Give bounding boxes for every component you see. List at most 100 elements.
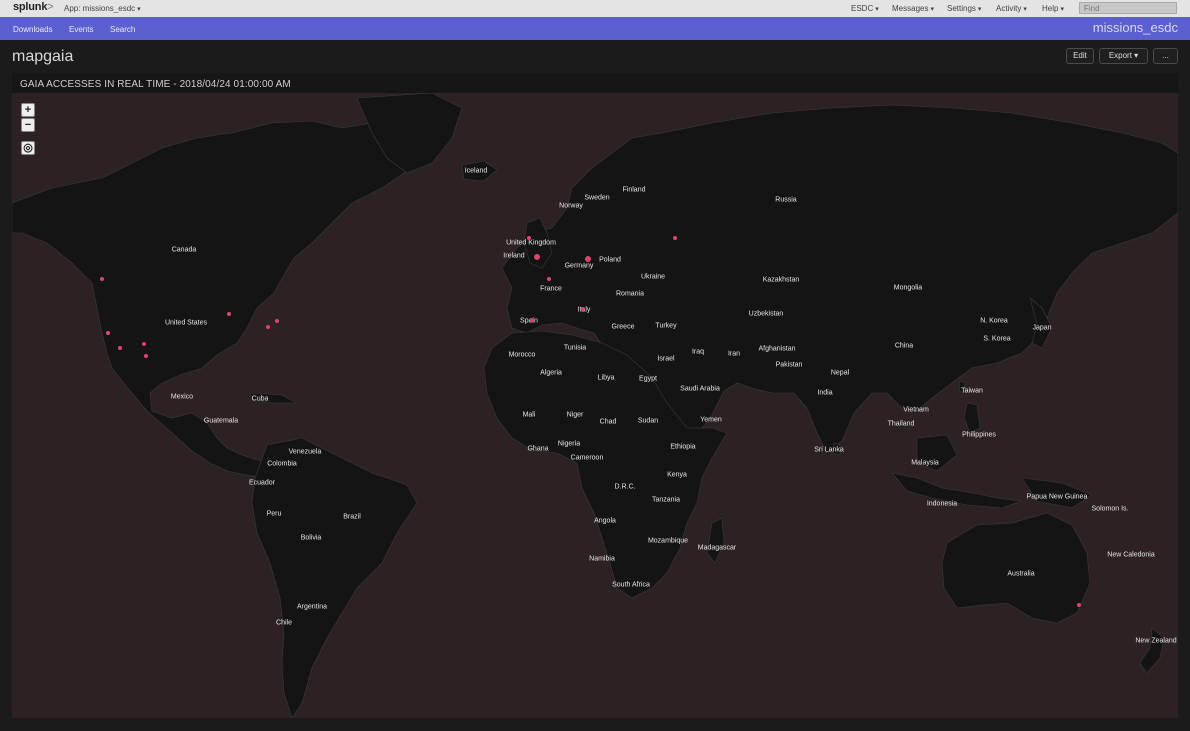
world-map[interactable]: + − ◎ Iceland Sweden Finland Norway Russia Un…: [12, 93, 1178, 718]
country-label: Chad: [599, 418, 617, 426]
access-marker[interactable]: [547, 277, 551, 281]
country-label: Spain: [520, 317, 538, 325]
country-label: Iran: [727, 350, 741, 358]
zoom-in-button[interactable]: +: [21, 103, 35, 117]
country-label: Norway: [559, 202, 583, 210]
locate-icon[interactable]: ◎: [21, 141, 35, 155]
country-label: Indonesia: [926, 500, 958, 508]
madagascar-landmass: [706, 517, 725, 564]
country-label: Germany: [564, 262, 594, 270]
country-label: N. Korea: [980, 317, 1008, 325]
country-label: Angola: [594, 517, 616, 525]
country-label: Niger: [566, 411, 584, 419]
country-label: Cuba: [251, 395, 269, 403]
access-marker[interactable]: [227, 312, 231, 316]
country-label: United States: [164, 319, 208, 327]
edit-button[interactable]: Edit: [1066, 48, 1094, 64]
country-label: Ukraine: [640, 273, 666, 281]
country-label: Morocco: [508, 351, 536, 359]
chevron-down-icon: ▾: [1060, 6, 1064, 13]
country-label: Nepal: [830, 369, 850, 377]
country-label: Poland: [599, 256, 621, 264]
country-label: Romania: [615, 290, 645, 298]
menu-messages[interactable]: Messages ▾: [892, 4, 934, 13]
country-label: Sweden: [584, 194, 610, 202]
country-label: Chile: [276, 619, 292, 627]
access-marker[interactable]: [142, 342, 146, 346]
nav-downloads[interactable]: Downloads: [13, 25, 53, 34]
access-marker[interactable]: [266, 325, 270, 329]
country-label: Pakistan: [775, 361, 803, 369]
new-zealand-landmass: [1139, 627, 1165, 674]
access-marker[interactable]: [106, 331, 110, 335]
access-marker[interactable]: [673, 236, 677, 240]
land-masses: [12, 93, 1178, 718]
access-marker[interactable]: [534, 254, 540, 260]
chevron-down-icon: ▾: [1023, 6, 1027, 13]
country-label: Finland: [622, 186, 646, 194]
access-marker[interactable]: [1077, 603, 1081, 607]
country-label: France: [540, 285, 562, 293]
country-label: Kenya: [667, 471, 687, 479]
access-marker[interactable]: [581, 307, 585, 311]
chevron-down-icon: ▾: [1134, 51, 1139, 60]
country-label: Algeria: [540, 369, 562, 377]
country-label: Mongolia: [893, 284, 923, 292]
country-label: Sudan: [637, 417, 659, 425]
chevron-down-icon: ▾: [875, 6, 879, 13]
nav-events[interactable]: Events: [69, 25, 93, 34]
access-marker[interactable]: [144, 354, 148, 358]
country-label: Ecuador: [248, 479, 276, 487]
country-label: Turkey: [655, 322, 677, 330]
zoom-out-button[interactable]: −: [21, 118, 35, 132]
access-marker[interactable]: [585, 256, 591, 262]
country-label: Tanzania: [651, 496, 681, 504]
export-button[interactable]: Export ▾: [1099, 48, 1148, 64]
country-label: Namibia: [589, 555, 615, 563]
app-selector-menu[interactable]: App: missions_esdc ▾: [64, 4, 141, 13]
north-america-landmass: [12, 120, 423, 484]
country-label: Papua New Guinea: [1026, 493, 1088, 501]
menu-esdc[interactable]: ESDC ▾: [851, 4, 879, 13]
country-label: Sri Lanka: [814, 446, 844, 454]
country-label: Madagascar: [697, 544, 737, 552]
access-marker[interactable]: [275, 319, 279, 323]
country-label: Vietnam: [903, 406, 929, 414]
access-marker[interactable]: [527, 236, 531, 240]
country-label: Egypt: [639, 375, 657, 383]
app-bar: Downloads Events Search missions_esdc: [0, 17, 1190, 40]
nav-search[interactable]: Search: [110, 25, 135, 34]
find-input[interactable]: [1079, 2, 1177, 14]
access-marker[interactable]: [100, 277, 104, 281]
access-marker[interactable]: [118, 346, 122, 350]
system-bar: splunk> App: missions_esdc ▾ ESDC ▾ Messag…: [0, 0, 1190, 17]
country-label: Philippines: [962, 431, 996, 439]
country-label: Yemen: [700, 416, 722, 424]
country-label: Argentina: [297, 603, 327, 611]
country-label: Uzbekistan: [748, 310, 784, 318]
more-actions-button[interactable]: ...: [1153, 48, 1178, 64]
country-label: Ghana: [527, 445, 549, 453]
country-label: Israel: [657, 355, 675, 363]
country-label: Ethiopia: [670, 443, 696, 451]
country-label: Saudi Arabia: [680, 385, 720, 393]
country-label: South Africa: [612, 581, 650, 589]
country-label: Iraq: [691, 348, 705, 356]
country-label: New Caledonia: [1107, 551, 1155, 559]
country-label: Nigeria: [557, 440, 581, 448]
country-label: Peru: [266, 510, 282, 518]
country-label: Malaysia: [911, 459, 939, 467]
access-marker[interactable]: [530, 318, 534, 322]
panel-title: GAIA ACCESSES IN REAL TIME - 2018/04/24 …: [20, 79, 291, 90]
menu-help[interactable]: Help ▾: [1042, 4, 1064, 13]
country-label: Venezuela: [288, 448, 322, 456]
country-label: Thailand: [887, 420, 915, 428]
menu-settings[interactable]: Settings ▾: [947, 4, 981, 13]
chevron-down-icon: ▾: [977, 6, 982, 13]
country-label: Mali: [522, 411, 536, 419]
splunk-logo[interactable]: splunk>: [13, 1, 54, 13]
country-label: United Kingdom: [506, 239, 556, 247]
menu-activity[interactable]: Activity ▾: [996, 4, 1027, 13]
chevron-down-icon: ▾: [930, 6, 934, 13]
country-label: Cameroon: [570, 454, 604, 462]
